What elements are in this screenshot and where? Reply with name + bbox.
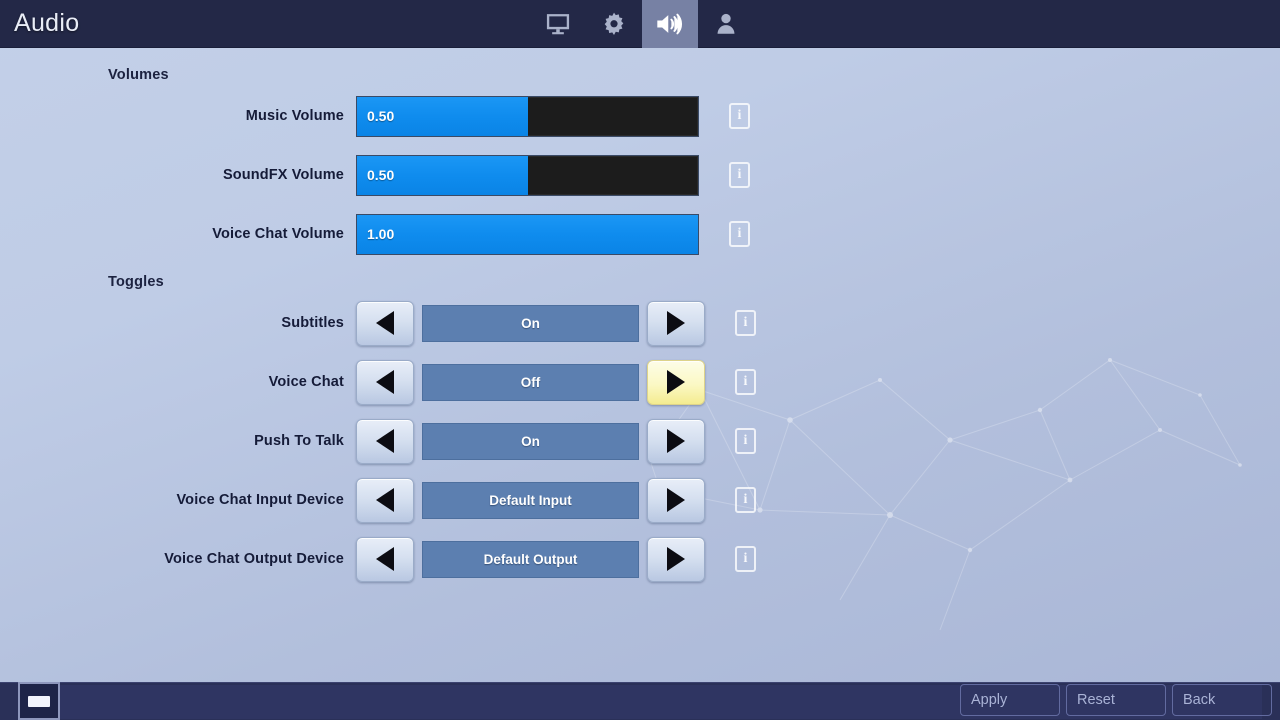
toggle-label: Voice Chat — [268, 374, 344, 390]
toggle-prev-button[interactable] — [356, 300, 414, 346]
section-title-toggles: Toggles — [108, 274, 164, 290]
toggle-value[interactable]: Off — [422, 363, 639, 401]
chevron-right-icon — [667, 370, 685, 394]
toggle-label: Voice Chat Output Device — [164, 551, 344, 567]
tab-account[interactable] — [698, 0, 754, 48]
info-icon[interactable]: i — [735, 428, 756, 454]
toggle-label: Subtitles — [281, 315, 344, 331]
toggle-next-button[interactable] — [647, 536, 705, 582]
chevron-left-icon — [376, 311, 394, 335]
info-icon[interactable]: i — [729, 162, 750, 188]
info-icon[interactable]: i — [735, 369, 756, 395]
volume-label: Voice Chat Volume — [212, 226, 344, 242]
footer-button-group: Apply Reset Back — [960, 684, 1272, 716]
volume-value: 0.50 — [367, 108, 395, 124]
volume-value: 1.00 — [367, 226, 395, 242]
volume-row: SoundFX Volume 0.50 i — [0, 153, 750, 197]
header-tab-strip — [530, 0, 754, 48]
chevron-left-icon — [376, 429, 394, 453]
info-icon[interactable]: i — [729, 103, 750, 129]
person-icon — [713, 10, 739, 38]
volume-slider[interactable]: 0.50 — [356, 95, 699, 137]
volume-slider[interactable]: 0.50 — [356, 154, 699, 196]
toggle-next-button[interactable] — [647, 359, 705, 405]
settings-content: Volumes Music Volume 0.50 i SoundFX Volume 0… — [0, 48, 1280, 682]
key-hint-glyph-icon — [28, 695, 50, 707]
volume-label: SoundFX Volume — [222, 167, 344, 183]
monitor-icon — [544, 10, 572, 38]
chevron-left-icon — [376, 488, 394, 512]
info-icon[interactable]: i — [735, 310, 756, 336]
chevron-right-icon — [667, 311, 685, 335]
info-icon[interactable]: i — [729, 221, 750, 247]
chevron-right-icon — [667, 547, 685, 571]
toggle-value[interactable]: Default Input — [422, 481, 639, 519]
tab-video[interactable] — [530, 0, 586, 48]
settings-screen: Audio Volumes Music Volume 0.50 i SoundF… — [0, 0, 1280, 720]
info-icon[interactable]: i — [735, 487, 756, 513]
section-title-volumes: Volumes — [108, 67, 169, 83]
volume-row: Music Volume 0.50 i — [0, 94, 750, 138]
tab-game-settings[interactable] — [586, 0, 642, 48]
toggle-prev-button[interactable] — [356, 359, 414, 405]
tab-audio[interactable] — [642, 0, 698, 48]
chevron-left-icon — [376, 370, 394, 394]
toggle-row: Voice Chat Output Device Default Output i — [0, 536, 756, 582]
chevron-left-icon — [376, 547, 394, 571]
toggle-row: Subtitles On i — [0, 300, 756, 346]
gear-icon — [600, 10, 628, 38]
speaker-icon — [655, 10, 685, 38]
chevron-right-icon — [667, 488, 685, 512]
volume-slider-fill — [357, 214, 698, 254]
toggle-next-button[interactable] — [647, 477, 705, 523]
toggle-prev-button[interactable] — [356, 536, 414, 582]
footer-button-apply[interactable]: Apply — [960, 684, 1060, 716]
top-header-bar: Audio — [0, 0, 1280, 48]
volume-slider[interactable]: 1.00 — [356, 213, 699, 255]
toggle-row: Voice Chat Off i — [0, 359, 756, 405]
key-hint-button[interactable] — [18, 682, 60, 720]
footer-button-reset[interactable]: Reset — [1066, 684, 1166, 716]
toggle-prev-button[interactable] — [356, 418, 414, 464]
toggle-value[interactable]: On — [422, 422, 639, 460]
volume-row: Voice Chat Volume 1.00 i — [0, 212, 750, 256]
chevron-right-icon — [667, 429, 685, 453]
toggle-next-button[interactable] — [647, 418, 705, 464]
toggle-row: Push To Talk On i — [0, 418, 756, 464]
volume-value: 0.50 — [367, 167, 395, 183]
footer-button-back[interactable]: Back — [1172, 684, 1272, 716]
toggle-value[interactable]: On — [422, 304, 639, 342]
toggle-label: Voice Chat Input Device — [176, 492, 344, 508]
toggle-prev-button[interactable] — [356, 477, 414, 523]
volume-label: Music Volume — [245, 108, 344, 124]
toggle-value[interactable]: Default Output — [422, 540, 639, 578]
page-title: Audio — [14, 9, 80, 37]
toggle-next-button[interactable] — [647, 300, 705, 346]
toggle-label: Push To Talk — [254, 433, 344, 449]
info-icon[interactable]: i — [735, 546, 756, 572]
toggle-row: Voice Chat Input Device Default Input i — [0, 477, 756, 523]
